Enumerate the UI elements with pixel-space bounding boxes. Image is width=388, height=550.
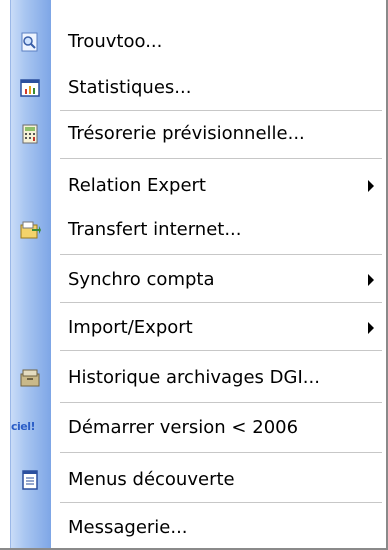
menu-item-label: Synchro compta: [68, 269, 215, 290]
menu-item-trouvtoo[interactable]: Trouvtoo...: [10, 22, 386, 62]
menu-item-label: Import/Export: [68, 317, 193, 338]
menu-item-messagerie[interactable]: Messagerie...: [10, 508, 386, 548]
menu-separator: [60, 158, 382, 159]
submenu-arrow-icon: [368, 274, 374, 286]
submenu-arrow-icon: [368, 180, 374, 192]
menu-item-transfert-internet[interactable]: Transfert internet...: [10, 210, 386, 250]
menu-item-statistiques[interactable]: Statistiques...: [10, 68, 386, 108]
menu-separator: [60, 110, 382, 111]
menu-item-import-export[interactable]: Import/Export: [10, 308, 386, 348]
menu-separator: [60, 254, 382, 255]
menu-item-relation-expert[interactable]: Relation Expert: [10, 166, 386, 206]
menu-item-label: Menus découverte: [68, 469, 235, 490]
archive-icon: [19, 368, 41, 388]
menu-item-label: Relation Expert: [68, 175, 206, 196]
submenu-arrow-icon: [368, 322, 374, 334]
menu-item-label: Statistiques...: [68, 77, 192, 98]
menu-item-label: Transfert internet...: [68, 219, 242, 240]
menu-separator: [60, 452, 382, 453]
context-menu: Trouvtoo... Statistiques... Trésorerie p…: [0, 0, 388, 550]
menu-separator: [60, 402, 382, 403]
calculator-icon: [19, 124, 41, 144]
menu-item-label: Démarrer version < 2006: [68, 417, 299, 438]
menu-separator: [60, 502, 382, 503]
menu-separator: [60, 302, 382, 303]
menu-item-historique-archivages[interactable]: Historique archivages DGI...: [10, 358, 386, 398]
menu-item-label: Trésorerie prévisionnelle...: [68, 123, 305, 144]
transfer-icon: [19, 220, 41, 240]
menu-item-label: Messagerie...: [68, 517, 188, 538]
menu-item-menus-decouverte[interactable]: Menus découverte: [10, 460, 386, 500]
ciel-logo-icon: ciel!: [11, 420, 36, 433]
chart-icon: [19, 78, 41, 98]
menu-item-label: Historique archivages DGI...: [68, 367, 320, 388]
search-icon: [19, 32, 41, 52]
menu-item-label: Trouvtoo...: [68, 31, 163, 52]
document-icon: [19, 470, 41, 490]
menu-separator: [60, 350, 382, 351]
menu-item-tresorerie[interactable]: Trésorerie prévisionnelle...: [10, 114, 386, 154]
menu-item-demarrer-version[interactable]: ciel! Démarrer version < 2006: [10, 408, 386, 448]
menu-item-synchro-compta[interactable]: Synchro compta: [10, 260, 386, 300]
